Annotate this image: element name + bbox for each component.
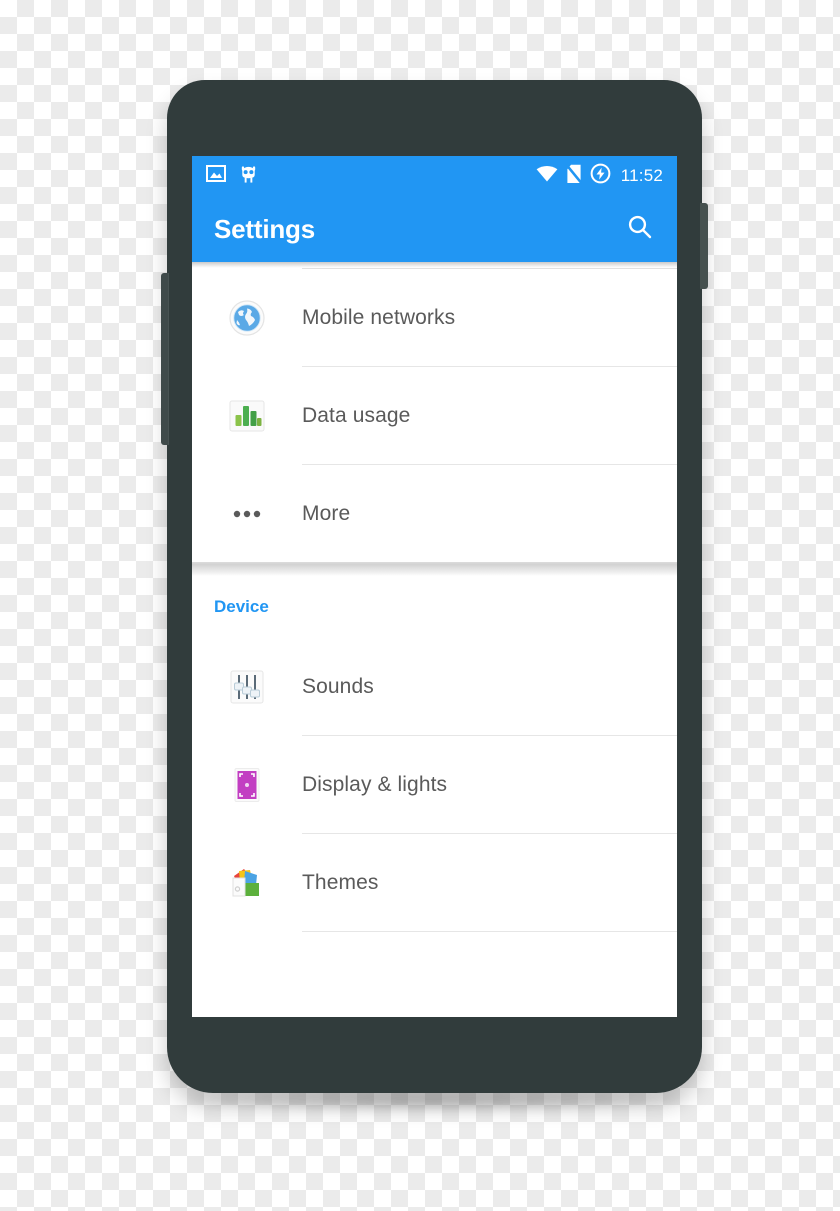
- section-title: Device: [214, 597, 269, 616]
- settings-section-wireless-networks: Mobile networks Data usage More: [192, 269, 677, 562]
- list-item-themes[interactable]: Themes: [192, 834, 677, 931]
- display-panel-icon: [192, 766, 302, 804]
- cyanogenmod-cid-icon: [238, 163, 259, 189]
- screenshot-image-icon: [206, 165, 226, 187]
- list-item-display-lights[interactable]: Display & lights: [192, 736, 677, 833]
- battery-charging-icon: [590, 163, 611, 189]
- status-bar-clock: 11:52: [620, 166, 663, 185]
- settings-list[interactable]: Mobile networks Data usage More Device S…: [192, 262, 677, 1017]
- list-item-label: Mobile networks: [302, 305, 456, 329]
- list-item-more[interactable]: More: [192, 465, 677, 562]
- status-bar-notifications: [206, 163, 259, 189]
- search-icon: [626, 213, 654, 246]
- list-item-label: More: [302, 501, 351, 525]
- wifi-icon: [536, 165, 558, 187]
- list-item-label: Display & lights: [302, 772, 448, 796]
- list-item-mobile-networks[interactable]: Mobile networks: [192, 269, 677, 366]
- list-item-sounds[interactable]: Sounds: [192, 638, 677, 735]
- no-sim-icon: [565, 163, 583, 189]
- volume-rocker-button[interactable]: [161, 273, 169, 445]
- app-bar: Settings: [192, 196, 677, 262]
- list-item-label: Themes: [302, 870, 379, 894]
- status-bar-system-icons: 11:52: [536, 163, 663, 189]
- equalizer-sliders-icon: [192, 668, 302, 706]
- section-header-device: Device: [192, 576, 677, 638]
- color-swatch-fan-icon: [192, 864, 302, 902]
- more-dots-icon: [192, 495, 302, 533]
- section-separator: [192, 562, 677, 576]
- list-item-data-usage[interactable]: Data usage: [192, 367, 677, 464]
- phone-screen: 11:52 Settings Mobile networks Data usag…: [192, 156, 677, 1017]
- list-item-label: Data usage: [302, 403, 411, 427]
- list-divider: [302, 931, 677, 932]
- page-title: Settings: [214, 213, 315, 244]
- globe-icon: [192, 299, 302, 337]
- status-bar[interactable]: 11:52: [192, 156, 677, 196]
- bar-chart-icon: [192, 397, 302, 435]
- list-item-label: Sounds: [302, 674, 374, 698]
- settings-section-device: Device Sounds Display & lights Themes: [192, 576, 677, 932]
- power-button[interactable]: [700, 203, 708, 289]
- search-button[interactable]: [623, 212, 657, 246]
